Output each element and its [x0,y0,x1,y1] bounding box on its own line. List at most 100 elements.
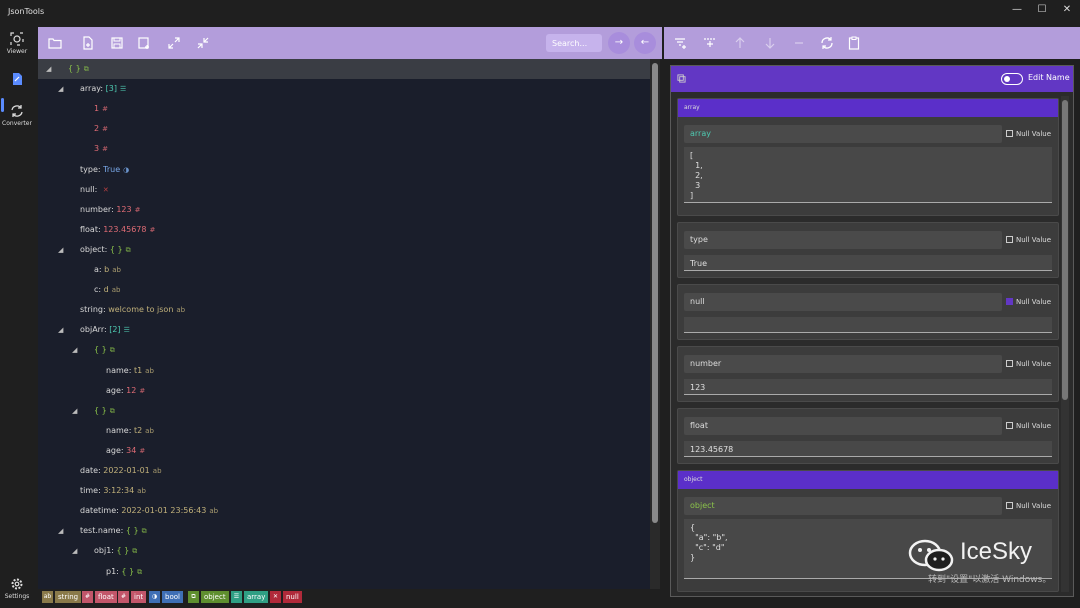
null-value-label: Null Value [1016,130,1052,138]
wechat-logo-icon [908,539,954,572]
null-value-checkbox[interactable]: Null Value [1006,235,1051,245]
tree-row-content: test.name: { } ⧉ [80,521,147,541]
tree-key: age: [106,445,124,455]
tree-key: datetime: [80,506,119,516]
editor-scrollbar[interactable] [1061,96,1069,592]
tree-row-content: { } ⧉ [94,401,115,421]
new-file-icon[interactable] [81,36,95,50]
remove-icon[interactable] [792,36,806,50]
move-down-icon[interactable] [763,36,777,50]
title-bar: JsonTools — ☐ ✕ [0,0,1080,26]
save-icon[interactable] [110,36,124,50]
checkbox-box[interactable] [1006,422,1013,429]
tree-value: 3:12:34 [103,486,135,496]
expand-arrow-icon[interactable]: ◢ [58,320,63,340]
legend-label: object [201,591,229,603]
editor-toolbar [664,27,1080,59]
tree-value: 1 [94,104,100,114]
tree-value: b [104,265,110,274]
open-folder-icon[interactable] [48,36,62,50]
converter-icon [11,105,23,117]
tree-value: { } [94,405,107,415]
move-up-icon[interactable] [733,36,747,50]
property-name-field[interactable]: float [684,417,1002,435]
close-button[interactable]: ✕ [1055,3,1079,17]
checkbox-box[interactable] [1006,360,1013,367]
nav-item-converter[interactable]: Converter [0,104,34,127]
tree-scroll-thumb[interactable] [652,63,658,523]
legend-item-int: # int [118,591,147,603]
null-value-checkbox[interactable]: Null Value [1006,501,1051,511]
tree-value: { } [68,64,81,73]
tree-row-content: type: True ◑ [80,160,129,180]
null-value-checkbox[interactable]: Null Value [1006,297,1051,307]
property-value-field[interactable]: 123 [684,379,1052,395]
property-name-field[interactable]: array [684,125,1002,143]
property-value-field[interactable]: True [684,255,1052,271]
tree-row-content: age: 12 # [106,381,145,401]
tree-scrollbar[interactable] [650,59,660,589]
checkbox-box[interactable] [1006,298,1013,305]
legend-swatch-icon: # [118,591,129,603]
search-prev-button[interactable]: ← [634,32,656,54]
tree-row-content: object: { } ⧉ [80,240,131,260]
expand-arrow-icon[interactable]: ◢ [72,401,77,421]
str-type-icon: ab [209,507,219,516]
nav-item-files[interactable] [0,72,34,86]
expand-arrow-icon[interactable]: ◢ [58,79,63,99]
tree-row[interactable]: ◢ { } ⧉ [38,59,650,79]
property-value-field[interactable]: 123.45678 [684,441,1052,457]
minimize-button[interactable]: — [1005,3,1029,17]
null-value-checkbox[interactable]: Null Value [1006,359,1051,369]
editor-scroll-thumb[interactable] [1062,100,1068,400]
property-name-field[interactable]: null [684,293,1002,311]
nav-label-converter: Converter [2,120,32,127]
checkbox-box[interactable] [1006,502,1013,509]
tree-value: { } [116,546,130,556]
expand-arrow-icon[interactable]: ◢ [58,240,63,260]
legend-swatch-icon: ⧉ [188,591,199,603]
tree-key: a: [94,265,102,274]
tree-key: c: [94,285,102,295]
tree-value: [3] [105,84,117,94]
num-type-icon: # [102,145,108,154]
null-value-checkbox[interactable]: Null Value [1006,129,1051,139]
property-name-field[interactable]: object [684,497,1002,515]
expand-all-icon[interactable] [167,36,181,50]
collapse-all-icon[interactable] [196,36,210,50]
filter-add-icon[interactable] [674,36,688,50]
null-value-checkbox[interactable]: Null Value [1006,421,1051,431]
refresh-icon[interactable] [820,36,834,50]
checkbox-box[interactable] [1006,236,1013,243]
tree-key: null: [80,184,98,194]
expand-arrow-icon[interactable]: ◢ [58,521,63,541]
edit-name-toggle[interactable] [1001,73,1023,85]
tree-key: object: [80,244,108,254]
property-name-field[interactable]: type [684,231,1002,249]
str-type-icon: ab [145,426,154,435]
tree-row-content: a: b ab [94,260,121,280]
save-as-icon[interactable] [137,36,151,50]
property-value-field[interactable] [684,317,1052,333]
json-tree[interactable]: ◢{ } ⧉ ◢ array: [3] ☰ 1 #2 #3 # type: True ◑ null: … [38,59,650,589]
clipboard-icon[interactable] [847,36,861,50]
checkbox-box[interactable] [1006,130,1013,137]
legend-swatch-icon: ☰ [231,591,242,603]
search-input[interactable]: Search... [546,34,602,52]
num-type-icon: # [149,225,156,234]
tree-row-content: date: 2022-01-01 ab [80,461,162,481]
property-panel-header: Edit Name [671,66,1073,92]
expand-arrow-icon[interactable]: ◢ [72,340,77,360]
nav-item-settings[interactable]: Settings [0,577,34,600]
legend-label: bool [162,591,183,603]
insert-row-icon[interactable] [703,36,717,50]
tree-row-content: datetime: 2022-01-01 23:56:43 ab [80,501,218,521]
expand-arrow-icon[interactable]: ◢ [46,59,51,79]
maximize-button[interactable]: ☐ [1030,3,1054,17]
nav-item-viewer[interactable]: Viewer [0,32,34,55]
expand-arrow-icon[interactable]: ◢ [72,541,77,561]
search-next-button[interactable]: → [608,32,630,54]
watermark-brand: IceSky [960,538,1033,565]
property-value-field[interactable]: [ 1, 2, 3 ] [684,147,1052,203]
property-name-field[interactable]: number [684,355,1002,373]
